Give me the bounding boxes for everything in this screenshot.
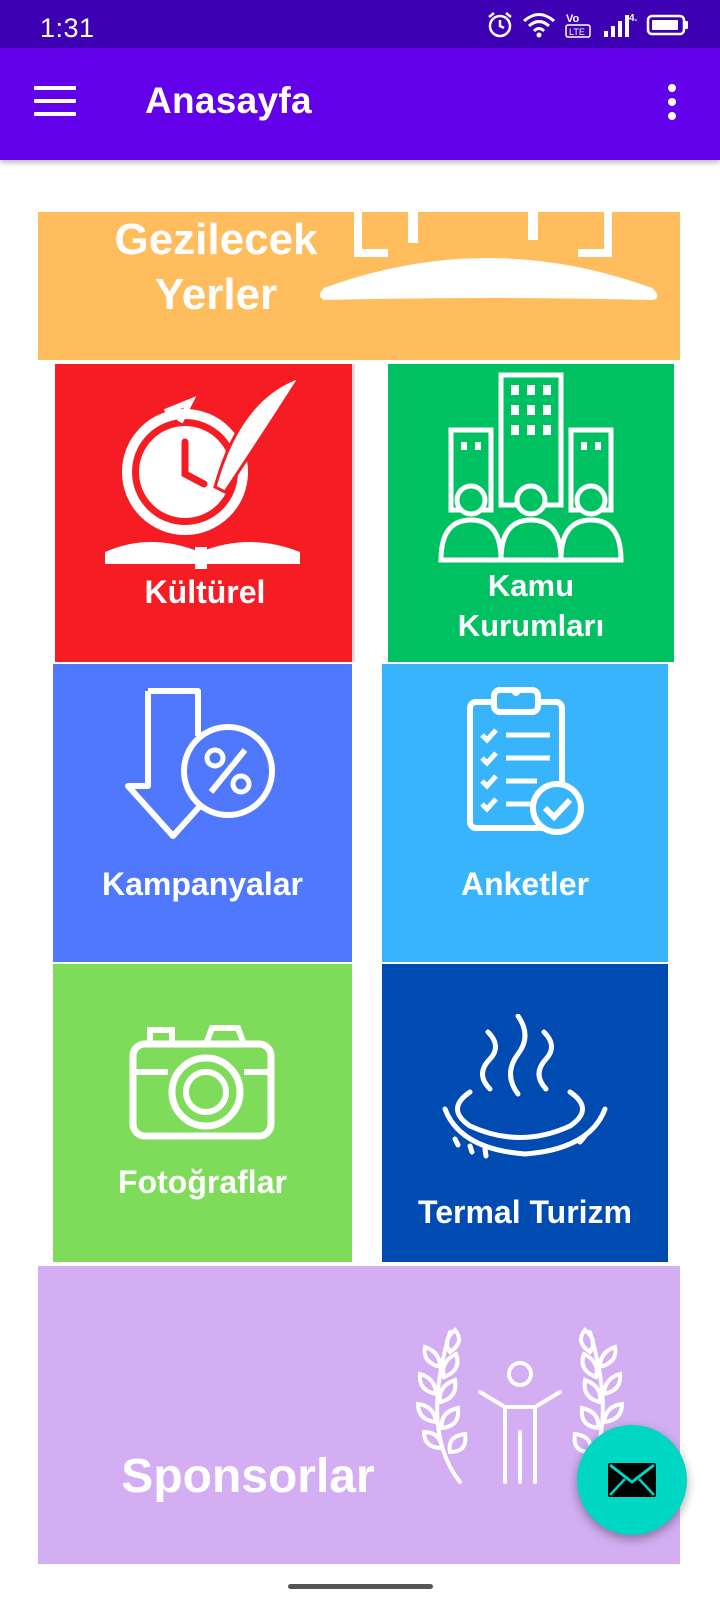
tile-label: Kampanyalar: [102, 866, 303, 902]
tile-gezilecek-yerler[interactable]: Gezilecek Yerler: [38, 212, 680, 360]
buildings-people-icon: [438, 372, 624, 563]
tile-label: Termal Turizm: [418, 1194, 632, 1230]
battery-icon: [646, 14, 688, 36]
svg-text:LTE: LTE: [569, 27, 585, 37]
tile-label: Kamu Kurumları: [457, 568, 605, 644]
clipboard-checklist-icon: [467, 687, 584, 835]
tile-termal-turizm[interactable]: Termal Turizm: [382, 964, 668, 1262]
svg-text:4.5G: 4.5G: [629, 13, 638, 24]
app-bar: Anasayfa: [0, 48, 720, 160]
mail-fab-button[interactable]: [577, 1425, 687, 1535]
alarm-icon: [488, 12, 512, 38]
wifi-icon: [523, 13, 555, 38]
hot-spring-icon: [442, 1014, 608, 1159]
tile-anketler[interactable]: Anketler: [382, 664, 668, 962]
status-icons: Vo LTE 4.5G: [486, 10, 690, 40]
tile-kamu-kurumlari[interactable]: Kamu Kurumları: [388, 364, 674, 662]
tile-fotograflar[interactable]: Fotoğraflar: [53, 964, 352, 1262]
tile-kampanyalar[interactable]: Kampanyalar: [53, 664, 352, 962]
camera-icon: [129, 1025, 275, 1140]
bridge-icon: [320, 212, 658, 300]
tile-label: Kültürel: [144, 574, 266, 610]
more-vert-icon[interactable]: [664, 84, 680, 128]
status-time: 1:31: [40, 13, 95, 43]
signal-icon: 4.5G: [604, 13, 638, 37]
tile-label: Gezilecek Yerler: [114, 215, 318, 319]
clock-quill-book-icon: [105, 374, 304, 569]
page-title: Anasayfa: [145, 80, 312, 121]
tile-sponsorlar[interactable]: Sponsorlar: [38, 1266, 680, 1564]
tile-kulturel[interactable]: Kültürel: [55, 364, 355, 662]
svg-text:Vo: Vo: [566, 13, 580, 25]
tile-label: Anketler: [460, 866, 590, 902]
status-bar: 1:31 Vo LTE 4.5G: [0, 0, 720, 48]
tile-label: Fotoğraflar: [118, 1164, 287, 1200]
discount-arrow-icon: [125, 688, 275, 839]
volte-icon: Vo LTE: [565, 13, 591, 38]
gesture-nav-handle[interactable]: [288, 1584, 433, 1589]
mail-icon: [608, 1463, 656, 1497]
hamburger-menu-icon[interactable]: [34, 86, 76, 122]
tile-label: Sponsorlar: [121, 1450, 375, 1503]
